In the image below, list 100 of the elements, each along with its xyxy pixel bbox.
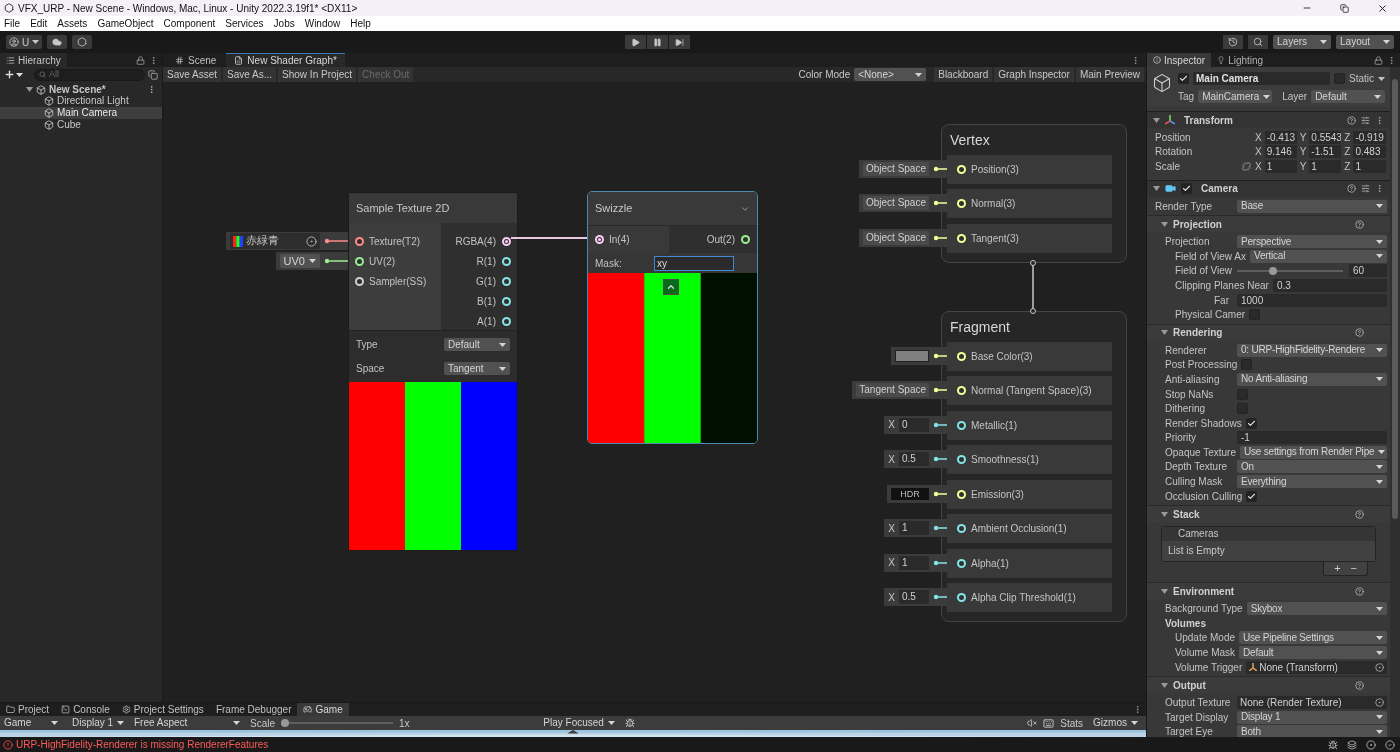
expanded-arrow-icon[interactable] <box>1153 116 1160 124</box>
slider-thumb[interactable] <box>281 719 289 727</box>
input-port[interactable] <box>595 235 604 244</box>
number-field[interactable]: 60 <box>1349 264 1387 278</box>
more-icon[interactable] <box>149 55 158 65</box>
output-port[interactable] <box>502 256 511 266</box>
more-icon[interactable] <box>1375 115 1384 125</box>
dropdown[interactable]: No Anti-aliasing <box>1237 372 1387 386</box>
checkbox[interactable] <box>1334 73 1345 84</box>
menu-item[interactable]: Edit <box>30 16 48 31</box>
input-port[interactable] <box>957 558 966 568</box>
object-picker-icon[interactable] <box>306 235 317 247</box>
object-field[interactable]: None (Transform) <box>1246 660 1387 674</box>
input-port[interactable] <box>957 351 966 361</box>
output-port[interactable] <box>502 316 511 326</box>
uv-dropdown[interactable]: UV0 <box>279 254 320 268</box>
number-field[interactable]: 0 <box>899 417 929 432</box>
input-port[interactable] <box>957 489 966 499</box>
editor-tab[interactable]: New Shader Graph* <box>226 53 345 67</box>
more-icon[interactable] <box>1387 55 1396 65</box>
display-dropdown[interactable]: Display 1 <box>68 716 124 730</box>
expanded-arrow-icon[interactable] <box>1153 185 1160 193</box>
bug-icon[interactable] <box>625 718 636 728</box>
number-field[interactable]: 0.5 <box>899 590 929 604</box>
number-field[interactable]: -0.919 <box>1353 130 1386 144</box>
dropdown[interactable]: Default <box>1239 646 1387 660</box>
add-button[interactable]: + <box>1334 562 1341 576</box>
menu-item[interactable]: Help <box>350 16 371 31</box>
more-icon[interactable] <box>1375 184 1384 194</box>
gizmos-dropdown[interactable]: Gizmos <box>1089 716 1142 730</box>
aspect-dropdown[interactable]: Free Aspect <box>130 716 244 730</box>
help-icon[interactable] <box>1347 184 1356 194</box>
input-port[interactable] <box>355 276 364 286</box>
input-port[interactable] <box>957 524 966 533</box>
object-picker-icon[interactable] <box>1375 662 1384 672</box>
help-icon[interactable] <box>1355 328 1364 338</box>
tag-dropdown[interactable]: MainCamera <box>1198 90 1273 103</box>
dropdown[interactable]: Perspective <box>1237 235 1387 249</box>
input-port[interactable] <box>957 593 966 602</box>
presets-icon[interactable] <box>1361 115 1370 125</box>
input-port[interactable] <box>355 236 364 246</box>
lock-icon[interactable] <box>1374 55 1383 65</box>
space-dropdown[interactable]: Object Space <box>862 196 929 210</box>
hierarchy-tab[interactable]: Hierarchy <box>0 53 67 67</box>
help-icon[interactable] <box>1347 115 1356 125</box>
check-icon[interactable] <box>1385 739 1395 750</box>
space-dropdown[interactable]: Object Space <box>862 230 929 245</box>
panel-tab[interactable]: Frame Debugger <box>209 703 298 716</box>
output-port[interactable] <box>502 276 511 286</box>
presets-icon[interactable] <box>1361 184 1370 194</box>
output-port[interactable] <box>502 296 511 306</box>
restore-icon[interactable] <box>1340 3 1349 13</box>
toolbar-button[interactable]: Save Asset <box>163 67 222 82</box>
object-field[interactable]: None (Render Texture) <box>1237 696 1387 710</box>
texture-field[interactable]: 赤緑青 <box>230 233 320 249</box>
expanded-arrow-icon[interactable] <box>1161 220 1168 228</box>
cloud-button[interactable] <box>47 35 68 49</box>
layout-dropdown[interactable]: Layout <box>1336 35 1394 49</box>
toolbar-button[interactable]: Save As... <box>223 67 277 82</box>
play-button[interactable] <box>625 35 647 49</box>
dropdown[interactable]: Display 1 <box>1237 710 1387 724</box>
hdr-color-swatch[interactable]: HDR <box>891 487 929 500</box>
more-icon[interactable] <box>1133 705 1142 714</box>
number-field[interactable]: 1 <box>899 555 929 570</box>
dropdown[interactable]: Use Pipeline Settings <box>1239 631 1387 645</box>
help-icon[interactable] <box>1355 586 1364 596</box>
name-field[interactable]: Main Camera <box>1193 72 1330 85</box>
menu-item[interactable]: Window <box>304 16 341 31</box>
dropdown[interactable]: Skybox <box>1246 602 1387 616</box>
output-port[interactable] <box>741 235 750 244</box>
input-port[interactable] <box>957 386 966 395</box>
panel-tab[interactable]: Lighting <box>1211 53 1270 67</box>
menu-item[interactable]: File <box>4 16 21 31</box>
menu-item[interactable]: GameObject <box>97 16 154 31</box>
hierarchy-item[interactable]: New Scene* <box>0 84 162 96</box>
expanded-arrow-icon[interactable] <box>1161 510 1168 518</box>
editor-tab[interactable]: Scene <box>167 53 225 67</box>
search-button[interactable] <box>1248 35 1268 49</box>
output-port[interactable] <box>502 236 511 246</box>
close-icon[interactable] <box>1377 2 1388 14</box>
expanded-arrow-icon[interactable] <box>26 86 33 94</box>
panel-tab[interactable]: Console <box>55 703 116 716</box>
text-field[interactable]: -1 <box>1237 431 1387 445</box>
input-port[interactable] <box>957 199 966 208</box>
layer-dropdown[interactable]: Default <box>1311 90 1385 103</box>
number-field[interactable]: -0.413 <box>1264 130 1297 144</box>
scale-slider[interactable] <box>281 719 393 727</box>
help-icon[interactable] <box>1355 680 1364 690</box>
text-field[interactable]: 0.3 <box>1272 278 1387 292</box>
checkbox[interactable] <box>1246 490 1258 502</box>
menu-item[interactable]: Assets <box>57 16 88 31</box>
number-field[interactable]: -1.51 <box>1309 145 1342 159</box>
collab-button[interactable] <box>72 35 93 49</box>
input-port[interactable] <box>957 455 966 464</box>
number-field[interactable]: 1 <box>899 521 929 535</box>
view-dropdown[interactable]: Game <box>0 716 62 730</box>
toolbar-button[interactable]: Blackboard <box>934 67 993 82</box>
input-port[interactable] <box>957 233 966 243</box>
space-dropdown[interactable]: Object Space <box>862 161 929 176</box>
add-button[interactable] <box>4 69 23 80</box>
